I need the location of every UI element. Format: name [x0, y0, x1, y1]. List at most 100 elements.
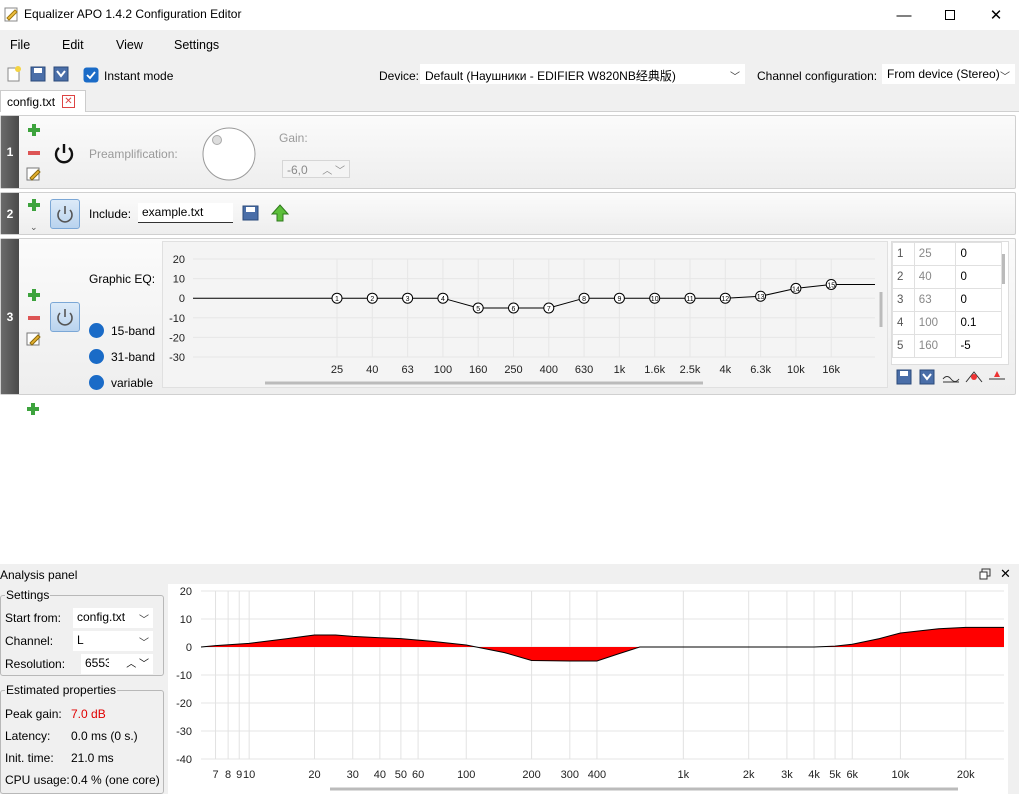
start-from-select[interactable]: config.txt ﹀ — [73, 608, 153, 628]
radio-variable-label: variable — [111, 376, 154, 390]
analysis-svg: 20100-10-20-30-407 8 9 10 20 30 40 50 60 100 200 30… — [176, 586, 1004, 791]
x-tick-label: 5k — [829, 769, 841, 781]
y-tick-label: -20 — [169, 332, 185, 344]
load-icon[interactable] — [896, 369, 912, 385]
x-tick-label: 400 — [540, 364, 558, 376]
x-tick-label: 63 — [401, 364, 413, 376]
x-tick-label: 10 — [243, 769, 255, 781]
export-icon[interactable] — [919, 369, 935, 385]
radio-15-band-label: 15-band — [111, 324, 156, 338]
gain-spinbox[interactable]: -6,0 ︿ ﹀ — [282, 160, 350, 178]
resolution-spinbox[interactable]: 65536︿ ﹀ — [81, 654, 153, 674]
power-toggle-button[interactable] — [50, 302, 80, 332]
reset-curve-icon[interactable] — [942, 369, 960, 385]
device-select[interactable]: Default (Наушники - EDIFIER W820NB经典版) ﹀ — [420, 64, 745, 84]
graphic-eq-chart[interactable]: 20 10 0 -10 -20 -30 1 2 3 4 5 6 7 8 9 10 11 12 13 14 15 25 40 6… — [162, 241, 888, 388]
maximize-button[interactable] — [927, 0, 973, 30]
x-tick-label: 1k — [614, 364, 626, 376]
float-panel-icon[interactable] — [979, 568, 991, 580]
save-icon[interactable] — [30, 66, 46, 82]
band-frequency: 40 — [913, 265, 957, 289]
x-tick-label: 200 — [522, 769, 540, 781]
x-tick-label: 1k — [678, 769, 690, 781]
include-label: Include: — [89, 207, 132, 221]
eq-band-row[interactable]: 5 160 -5 — [892, 334, 1002, 358]
y-tick-label: 20 — [180, 586, 192, 598]
edit-icon[interactable] — [26, 331, 42, 347]
analysis-panel-title: Analysis panel — [0, 568, 78, 582]
band-gain[interactable]: 0.1 — [955, 311, 1002, 335]
analysis-chart[interactable]: 20 10 0 -10 -20 -30 -40 7 8 9 10 20 30 40 50 60 100 200 30… — [168, 584, 1008, 794]
edit-icon[interactable] — [26, 166, 42, 182]
remove-filter-icon[interactable] — [28, 316, 40, 320]
menu-edit[interactable]: Edit — [62, 38, 84, 52]
band-gain[interactable]: 0 — [955, 265, 1002, 289]
save-as-icon[interactable] — [53, 66, 69, 82]
eq-band-row[interactable]: 4 100 0.1 — [892, 311, 1002, 335]
radio-variable[interactable] — [89, 375, 104, 390]
expand-icon[interactable]: ⌄ — [30, 222, 38, 233]
x-tick-label: 50 — [395, 769, 407, 781]
eq-band-row[interactable]: 3 63 0 — [892, 288, 1002, 312]
x-tick-label: 1.6k — [644, 364, 665, 376]
x-tick-label: 250 — [504, 364, 522, 376]
x-tick-label: 4k — [808, 769, 820, 781]
eq-band-row[interactable]: 1 25 0 — [892, 242, 1002, 266]
add-filter-icon[interactable] — [28, 289, 40, 301]
close-panel-icon[interactable]: ✕ — [1000, 566, 1011, 582]
open-file-icon[interactable] — [242, 204, 260, 222]
remove-filter-icon[interactable] — [28, 151, 40, 155]
radio-31-band[interactable] — [89, 349, 104, 364]
menu-file[interactable]: File — [10, 38, 30, 52]
band-gain[interactable]: 0 — [955, 288, 1002, 312]
radio-15-band[interactable] — [89, 323, 104, 338]
x-tick-label: 6k — [846, 769, 858, 781]
band-index: 3 — [892, 288, 915, 312]
menu-view[interactable]: View — [116, 38, 143, 52]
power-toggle-button[interactable] — [50, 199, 80, 229]
eq-band-grid: 1 25 0 2 40 0 3 63 0 4 100 0.1 5 160 -5 — [892, 242, 1002, 358]
analysis-panel-header: Analysis panel ✕ — [0, 564, 1019, 584]
close-button[interactable]: ✕ — [973, 0, 1019, 30]
settings-group: Settings Start from: config.txt ﹀ Channel… — [0, 588, 164, 676]
include-file-field[interactable]: example.txt — [138, 203, 233, 223]
x-tick-label: 16k — [822, 364, 840, 376]
tab-bar: config.txt ✕ — [0, 88, 1019, 112]
cpu-usage-label: CPU usage: — [5, 773, 70, 787]
power-icon[interactable] — [53, 142, 75, 164]
tab-config[interactable]: config.txt ✕ — [0, 90, 86, 112]
normalize-icon[interactable] — [988, 369, 1006, 385]
add-filter-icon[interactable] — [28, 199, 40, 211]
x-tick-label: 6.3k — [750, 364, 771, 376]
add-filter-bottom-icon[interactable] — [27, 403, 39, 415]
resolution-label: Resolution: — [5, 657, 66, 671]
x-tick-label: 25 — [331, 364, 343, 376]
minimize-button[interactable]: — — [881, 0, 927, 30]
eq-band-table[interactable]: 1 25 0 2 40 0 3 63 0 4 100 0.1 5 160 -5 — [891, 241, 1009, 365]
eq-point-label: 5 — [476, 306, 480, 313]
instant-mode-checkbox[interactable] — [83, 67, 99, 83]
channel-config-select[interactable]: From device (Stereo) ﹀ — [882, 64, 1015, 84]
new-file-icon[interactable] — [6, 66, 22, 82]
invert-response-icon[interactable] — [965, 369, 983, 385]
x-tick-label: 10k — [892, 769, 910, 781]
menu-bar: File Edit View Settings — [0, 30, 1019, 60]
close-tab-icon[interactable]: ✕ — [62, 95, 75, 108]
properties-title: Estimated properties — [5, 683, 118, 697]
response-fill — [201, 627, 1004, 661]
up-arrow-icon[interactable] — [270, 203, 290, 223]
menu-settings[interactable]: Settings — [174, 38, 219, 52]
eq-band-row[interactable]: 2 40 0 — [892, 265, 1002, 289]
y-tick-label: 0 — [186, 642, 192, 654]
band-frequency: 100 — [913, 311, 957, 335]
band-gain[interactable]: -5 — [955, 334, 1002, 358]
channel-select[interactable]: L ﹀ — [73, 631, 153, 651]
add-filter-icon[interactable] — [28, 124, 40, 136]
gain-knob[interactable] — [201, 126, 257, 182]
device-label: Device: — [379, 69, 420, 83]
init-time-label: Init. time: — [5, 751, 54, 765]
latency-value: 0.0 ms (0 s.) — [71, 729, 138, 743]
y-tick-label: 10 — [180, 614, 192, 626]
band-gain[interactable]: 0 — [955, 242, 1002, 266]
table-scrollbar[interactable] — [1002, 254, 1005, 284]
